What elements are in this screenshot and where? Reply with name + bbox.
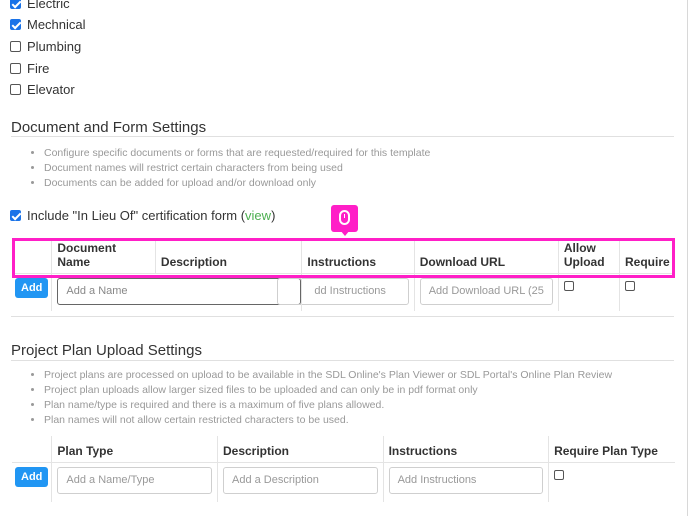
plan-settings-notes: Project plans are processed on upload to…	[30, 368, 612, 428]
col-allow-upload: Allow Upload	[558, 240, 620, 273]
allow-upload-checkbox[interactable]	[563, 280, 574, 291]
checkbox-icon[interactable]	[10, 41, 21, 52]
col-plan-type: Plan Type	[51, 436, 218, 462]
add-plan-button[interactable]: Add	[15, 466, 49, 487]
col-description: Description	[155, 240, 303, 273]
require-checkbox[interactable]	[624, 280, 635, 291]
checkbox-electric[interactable]: Electric	[10, 0, 70, 11]
note-item: Project plans are processed on upload to…	[44, 368, 612, 383]
col-download-url: Download URL	[414, 240, 559, 273]
click-marker	[331, 205, 358, 236]
require-plan-type-checkbox[interactable]	[554, 469, 565, 480]
settings-panel: Electric Mechnical Plumbing Fire Elevato…	[0, 0, 688, 516]
document-settings-title: Document and Form Settings	[11, 119, 207, 136]
checkbox-elevator[interactable]: Elevator	[10, 82, 75, 97]
require-cell	[619, 272, 675, 311]
url-cell: Add Download URL (25	[414, 272, 559, 311]
plan-type-cell: Add a Name/Type	[51, 461, 218, 502]
col-document-name: Document Name	[51, 240, 156, 273]
checkbox-mechnical[interactable]: Mechnical	[10, 17, 86, 32]
plan-instructions-cell: Add Instructions	[383, 461, 550, 502]
table-row: Add Add a Name/Type Add a Description Ad…	[12, 461, 675, 502]
section-divider	[11, 316, 674, 317]
checkbox-icon[interactable]	[10, 0, 21, 9]
checkbox-icon[interactable]	[10, 84, 21, 95]
checkbox-label: Mechnical	[27, 17, 86, 32]
checkbox-plumbing[interactable]: Plumbing	[10, 39, 81, 54]
col-description: Description	[217, 436, 384, 462]
col-require: Require	[624, 254, 670, 269]
checkbox-icon[interactable]	[10, 210, 21, 221]
in-lieu-text: Include "In Lieu Of" certification form …	[27, 208, 246, 223]
checkbox-fire[interactable]: Fire	[10, 61, 49, 76]
checkbox-label: Plumbing	[27, 39, 82, 54]
download-url-input[interactable]: Add Download URL (25	[419, 277, 553, 305]
header-spacer	[12, 436, 53, 462]
plan-table: Plan Type Description Instructions Requi…	[12, 436, 675, 502]
plan-description-input[interactable]: Add a Description	[222, 466, 378, 494]
instructions-cell: dd Instructions	[277, 272, 415, 311]
note-item: Configure specific documents or forms th…	[44, 146, 430, 161]
checkbox-label: Elevator	[27, 82, 75, 97]
in-lieu-label: Include "In Lieu Of" certification form …	[27, 208, 275, 223]
document-table-header: Document Name Description Instructions D…	[12, 240, 675, 273]
checkbox-icon[interactable]	[10, 19, 21, 30]
plan-instructions-input[interactable]: Add Instructions	[388, 466, 544, 494]
note-item: Plan name/type is required and there is …	[44, 398, 612, 413]
in-lieu-suffix: )	[271, 208, 276, 223]
in-lieu-of-checkbox[interactable]: Include "In Lieu Of" certification form …	[10, 208, 275, 223]
document-instructions-input[interactable]: dd Instructions	[277, 277, 409, 305]
header-spacer	[12, 240, 53, 273]
add-document-button[interactable]: Add	[15, 277, 49, 298]
note-item: Project plan uploads allow larger sized …	[44, 383, 612, 398]
note-item: Document names will restrict certain cha…	[44, 161, 430, 176]
document-table: Document Name Description Instructions D…	[12, 240, 675, 311]
checkbox-label: Electric	[27, 0, 70, 11]
plan-description-cell: Add a Description	[217, 461, 384, 502]
allow-upload-cell	[558, 272, 620, 311]
plan-table-header: Plan Type Description Instructions Requi…	[12, 436, 675, 462]
checkbox-label: Fire	[27, 61, 50, 76]
col-instructions: Instructions	[301, 240, 415, 273]
section-divider	[11, 136, 674, 137]
view-link[interactable]: view	[245, 208, 271, 223]
plan-type-input[interactable]: Add a Name/Type	[57, 466, 212, 494]
table-row: Add Add a Name dd Instructions Add Downl…	[12, 272, 675, 311]
document-name-input[interactable]: Add a Name	[57, 277, 302, 305]
require-plan-type-cell	[548, 461, 675, 502]
document-settings-notes: Configure specific documents or forms th…	[30, 146, 430, 191]
plan-settings-title: Project Plan Upload Settings	[11, 342, 202, 359]
mouse-icon	[339, 210, 350, 225]
note-item: Documents can be added for upload and/or…	[44, 176, 430, 191]
add-cell: Add	[12, 461, 53, 502]
col-instructions: Instructions	[383, 436, 550, 462]
note-item: Plan names will not allow certain restri…	[44, 413, 612, 428]
add-cell: Add	[12, 272, 53, 311]
col-require-plan-type: Require Plan Type	[554, 443, 658, 458]
checkbox-icon[interactable]	[10, 63, 21, 74]
section-divider	[11, 360, 674, 361]
name-cell: Add a Name	[51, 272, 303, 311]
